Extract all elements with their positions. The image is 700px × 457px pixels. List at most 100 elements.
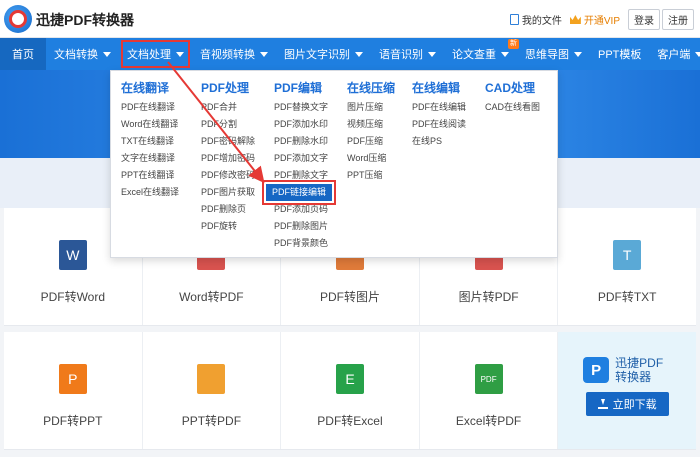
- nav-item-plagiarism[interactable]: 论文查重新: [444, 38, 519, 70]
- tool-label: PDF转Word: [40, 290, 106, 304]
- tool-ppt-to-pdf[interactable]: PPT转PDF: [143, 332, 282, 449]
- menu-item[interactable]: PPT压缩: [347, 167, 395, 184]
- vip-link[interactable]: 开通VIP: [569, 12, 620, 27]
- menu-heading: 在线压缩: [347, 81, 396, 95]
- menu-item[interactable]: PDF背景颜色: [274, 235, 332, 252]
- menu-column: 在线翻译 PDF在线翻译 Word在线翻译 TXT在线翻译 文字在线翻译 PPT…: [121, 79, 179, 201]
- menu-item[interactable]: PDF合并: [201, 99, 255, 116]
- menu-column: PDF处理 PDF合并 PDF分割 PDF密码解除 PDF增加密码 PDF修改密…: [201, 79, 255, 235]
- tool-pdf-to-txt[interactable]: T PDF转TXT: [558, 208, 696, 325]
- menu-item[interactable]: PDF密码解除: [201, 133, 255, 150]
- nav-label: 语音识别: [379, 49, 423, 61]
- menu-column: 在线编辑 PDF在线编辑 PDF在线阅读 在线PS: [412, 79, 466, 150]
- menu-item[interactable]: PDF增加密码: [201, 150, 255, 167]
- excel-file-icon: E: [335, 364, 364, 394]
- ppt-file-icon: P: [58, 364, 87, 394]
- app-logo-icon[interactable]: [4, 5, 32, 33]
- menu-column: 在线压缩 图片压缩 视频压缩 PDF压缩 Word压缩 PPT压缩: [347, 79, 395, 184]
- caret-down-icon: [695, 51, 700, 57]
- tool-excel-to-pdf[interactable]: PDF Excel转PDF: [420, 332, 559, 449]
- download-label: 立即下载: [612, 399, 657, 411]
- menu-item[interactable]: PDF压缩: [347, 133, 395, 150]
- caret-down-icon: [260, 51, 268, 57]
- app-logo-icon: P: [583, 357, 610, 383]
- caret-down-icon: [501, 51, 509, 57]
- nav-label: 音视频转换: [200, 49, 255, 61]
- menu-item[interactable]: PDF在线翻译: [121, 99, 179, 116]
- menu-item[interactable]: PDF删除页: [201, 201, 255, 218]
- login-button[interactable]: 登录: [628, 9, 660, 30]
- nav-item-doc-convert[interactable]: 文档转换: [46, 38, 119, 70]
- nav-item-client[interactable]: 客户端: [649, 38, 700, 70]
- menu-item[interactable]: PDF删除水印: [274, 133, 332, 150]
- menu-item[interactable]: PDF在线阅读: [412, 116, 466, 133]
- menu-item[interactable]: 在线PS: [412, 133, 466, 150]
- word-file-icon: W: [58, 240, 87, 270]
- nav-label: PPT模板: [598, 49, 642, 61]
- menu-item[interactable]: 文字在线翻译: [121, 150, 179, 167]
- nav-label: 客户端: [657, 49, 691, 61]
- caret-down-icon: [103, 51, 111, 57]
- download-button[interactable]: 立即下载: [585, 392, 669, 416]
- brand-name[interactable]: 迅捷PDF转换器: [36, 10, 134, 30]
- tool-row: P PDF转PPT PPT转PDF E PDF转Excel PDF Excel转…: [4, 332, 696, 450]
- register-button[interactable]: 注册: [662, 9, 694, 30]
- nav-item-av-convert[interactable]: 音视频转换: [192, 38, 276, 70]
- pdf-file-icon: PDF: [474, 364, 503, 394]
- menu-item[interactable]: PDF添加水印: [274, 116, 332, 133]
- menu-heading: 在线编辑: [412, 81, 461, 95]
- menu-item[interactable]: PDF分割: [201, 116, 255, 133]
- ppt-file-icon: [197, 364, 226, 394]
- doc-process-dropdown: 在线翻译 PDF在线翻译 Word在线翻译 TXT在线翻译 文字在线翻译 PPT…: [110, 70, 558, 258]
- nav-label: 文档处理: [127, 49, 171, 61]
- menu-item[interactable]: Word压缩: [347, 150, 395, 167]
- my-files-link[interactable]: 我的文件: [509, 12, 562, 27]
- nav-item-mindmap[interactable]: 思维导图: [517, 38, 590, 70]
- tool-label: PDF转PPT: [43, 414, 103, 428]
- menu-item[interactable]: PDF在线编辑: [412, 99, 466, 116]
- tool-label: PDF转图片: [319, 290, 380, 304]
- tool-label: Word转PDF: [179, 290, 244, 304]
- nav-label: 文档转换: [54, 49, 98, 61]
- promo-brand: P 迅捷PDF转换器: [583, 356, 671, 384]
- nav-item-speech[interactable]: 语音识别: [371, 38, 444, 70]
- caret-down-icon: [176, 51, 184, 57]
- menu-heading: CAD处理: [485, 81, 535, 95]
- menu-heading: PDF处理: [201, 81, 250, 95]
- auth-buttons: 登录 注册: [628, 9, 694, 30]
- menu-item-pdf-link-edit[interactable]: PDF链接编辑: [261, 180, 337, 205]
- nav-item-doc-process[interactable]: 文档处理: [119, 38, 192, 70]
- menu-item[interactable]: PDF添加页码: [274, 201, 332, 218]
- menu-item[interactable]: CAD在线看图: [485, 99, 540, 116]
- vip-label: 开通VIP: [583, 16, 620, 27]
- menu-column: CAD处理 CAD在线看图: [485, 79, 540, 116]
- menu-item[interactable]: PDF删除图片: [274, 218, 332, 235]
- menu-item[interactable]: Excel在线翻译: [121, 184, 179, 201]
- download-promo: P 迅捷PDF转换器 立即下载: [558, 332, 696, 449]
- menu-item[interactable]: PDF添加文字: [274, 150, 332, 167]
- tool-pdf-to-ppt[interactable]: P PDF转PPT: [4, 332, 143, 449]
- menu-item[interactable]: TXT在线翻译: [121, 133, 179, 150]
- top-header: 迅捷PDF转换器 我的文件 开通VIP 登录 注册: [0, 0, 700, 38]
- menu-item[interactable]: PPT在线翻译: [121, 167, 179, 184]
- menu-item[interactable]: PDF替换文字: [274, 99, 332, 116]
- tool-pdf-to-excel[interactable]: E PDF转Excel: [281, 332, 420, 449]
- menu-item[interactable]: Word在线翻译: [121, 116, 179, 133]
- tool-label: PPT转PDF: [181, 414, 242, 428]
- tool-label: 图片转PDF: [458, 290, 519, 304]
- nav-item-ppt-template[interactable]: PPT模板: [590, 38, 649, 70]
- menu-item[interactable]: PDF修改密码: [201, 167, 255, 184]
- menu-item[interactable]: PDF旋转: [201, 218, 255, 235]
- nav-item-home[interactable]: 首页: [0, 38, 46, 70]
- menu-item[interactable]: 视频压缩: [347, 116, 395, 133]
- crown-icon: [569, 15, 581, 24]
- menu-item[interactable]: 图片压缩: [347, 99, 395, 116]
- menu-item[interactable]: PDF图片获取: [201, 184, 255, 201]
- menu-item[interactable]: PDF删除文字: [274, 167, 332, 184]
- document-icon: [509, 14, 519, 25]
- nav-item-ocr[interactable]: 图片文字识别: [276, 38, 371, 70]
- tool-label: PDF转Excel: [317, 414, 383, 428]
- menu-heading: 在线翻译: [121, 81, 170, 95]
- tool-label: PDF转TXT: [597, 290, 657, 304]
- main-nav: 首页 文档转换 文档处理 音视频转换 图片文字识别 语音识别 论文查重新 思维导…: [0, 38, 700, 70]
